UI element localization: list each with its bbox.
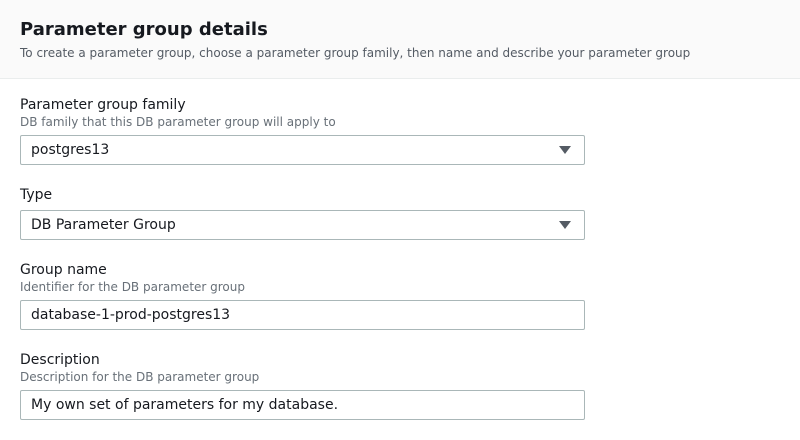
parameter-group-family-value: postgres13 <box>31 142 110 158</box>
type-field: Type DB Parameter Group <box>20 186 585 240</box>
panel-header: Parameter group details To create a para… <box>0 0 800 79</box>
description-label: Description <box>20 352 100 368</box>
group-name-label: Group name <box>20 262 107 278</box>
type-select[interactable]: DB Parameter Group <box>20 210 585 240</box>
description-input[interactable]: My own set of parameters for my database… <box>20 390 585 420</box>
group-name-value: database-1-prod-postgres13 <box>31 307 231 323</box>
parameter-group-family-hint: DB family that this DB parameter group w… <box>20 115 336 129</box>
parameter-group-family-select[interactable]: postgres13 <box>20 135 585 165</box>
chevron-down-icon <box>559 146 571 154</box>
description-value: My own set of parameters for my database… <box>31 397 339 413</box>
type-value: DB Parameter Group <box>31 217 176 233</box>
parameter-group-family-field: Parameter group family DB family that th… <box>20 96 585 165</box>
group-name-hint: Identifier for the DB parameter group <box>20 280 245 294</box>
description-field: Description Description for the DB param… <box>20 351 585 420</box>
parameter-group-family-label: Parameter group family <box>20 97 186 113</box>
type-label: Type <box>20 187 53 203</box>
panel-title: Parameter group details <box>20 19 268 40</box>
panel-description: To create a parameter group, choose a pa… <box>20 46 691 60</box>
description-hint: Description for the DB parameter group <box>20 370 260 384</box>
group-name-input[interactable]: database-1-prod-postgres13 <box>20 300 585 330</box>
group-name-field: Group name Identifier for the DB paramet… <box>20 261 585 330</box>
chevron-down-icon <box>559 221 571 229</box>
